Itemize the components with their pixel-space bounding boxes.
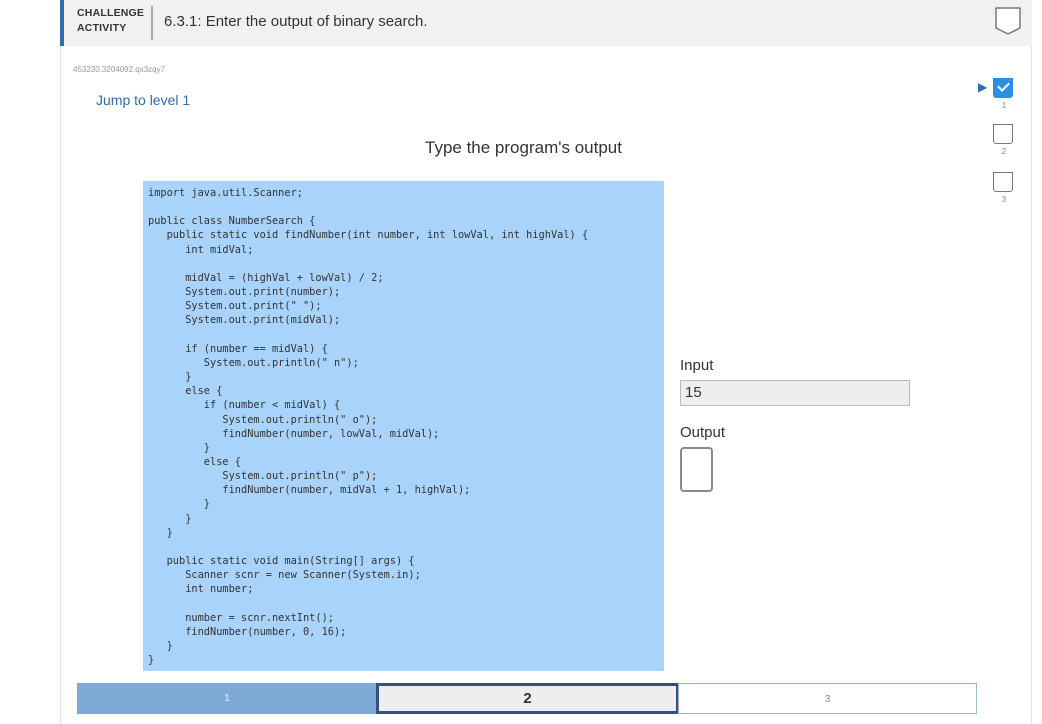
header-divider [151, 6, 153, 40]
activity-header: CHALLENGE ACTIVITY 6.3.1: Enter the outp… [60, 0, 1032, 46]
output-label: Output [680, 424, 725, 441]
level-number-1: 1 [993, 101, 1015, 110]
level-indicator-3[interactable]: 3 [993, 172, 1015, 204]
level-indicator-2[interactable]: 2 [993, 124, 1015, 156]
output-textarea[interactable] [680, 447, 713, 492]
progress-segment-2[interactable]: 2 [376, 683, 679, 714]
activity-type-line1: CHALLENGE [77, 6, 144, 21]
level-box-2 [993, 124, 1013, 144]
activity-type-label: CHALLENGE ACTIVITY [77, 6, 144, 36]
activity-seed: 453230.3204092.qx3zqy7 [73, 65, 165, 74]
check-icon [997, 79, 1010, 92]
activity-title: 6.3.1: Enter the output of binary search… [164, 13, 428, 30]
level-box-1 [993, 78, 1013, 98]
level-indicator-1[interactable]: 1 [993, 78, 1015, 110]
progress-segment-1[interactable]: 1 [77, 683, 377, 714]
activity-type-line2: ACTIVITY [77, 21, 144, 36]
level-box-3 [993, 172, 1013, 192]
chevron-right-icon: ▶ [978, 80, 987, 94]
level-progress-bar: 1 2 3 [77, 683, 977, 714]
instruction-text: Type the program's output [425, 138, 622, 158]
level-number-2: 2 [993, 147, 1015, 156]
badge-outline-icon [994, 6, 1022, 36]
code-block: import java.util.Scanner; public class N… [143, 181, 664, 671]
jump-to-level-link[interactable]: Jump to level 1 [96, 92, 190, 108]
level-number-3: 3 [993, 195, 1015, 204]
input-value: 15 [680, 380, 910, 406]
progress-segment-3[interactable]: 3 [678, 683, 977, 714]
input-label: Input [680, 357, 713, 374]
